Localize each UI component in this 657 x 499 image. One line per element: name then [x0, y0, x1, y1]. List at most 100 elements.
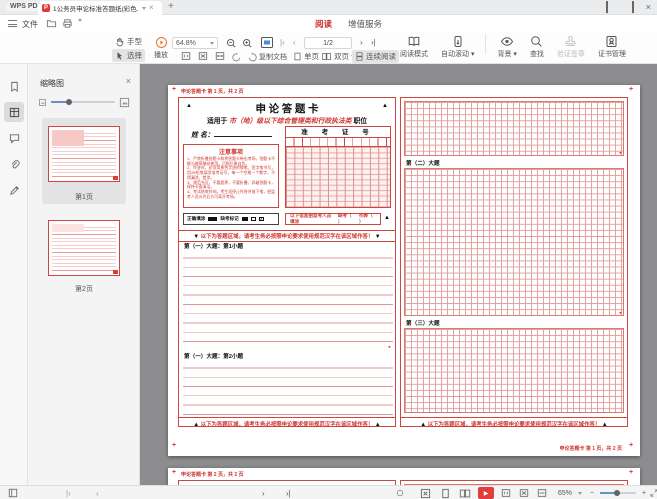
bookmarks-panel-button[interactable]	[4, 76, 24, 96]
toolbar-separator	[485, 34, 486, 54]
zoom-chevron-down-icon	[210, 42, 214, 45]
play-circle-icon	[155, 36, 168, 49]
statusbar: |‹ ‹ › ›| ▶ 65% − +	[0, 485, 657, 499]
attachments-panel-button[interactable]	[4, 154, 24, 174]
read-mode-button[interactable]: 阅读模式	[398, 34, 430, 60]
registration-mark: +	[172, 87, 176, 93]
exam-number-header: 准 考 证 号	[286, 127, 390, 138]
file-menu[interactable]: 文件	[22, 19, 38, 30]
word-count-marker: ◄	[618, 150, 622, 155]
open-folder-icon[interactable]	[46, 18, 57, 29]
actual-size-button-status[interactable]	[501, 487, 511, 499]
tab-close-icon[interactable]: ×	[149, 4, 154, 12]
maximize-button[interactable]	[632, 2, 634, 12]
close-button[interactable]: ×	[646, 2, 651, 12]
continuous-reading-button[interactable]: 连续阅读	[352, 50, 399, 63]
zoom-slider-handle[interactable]	[614, 490, 620, 496]
rotate-left-icon[interactable]	[231, 51, 242, 62]
prev-page-button[interactable]: ‹	[293, 38, 296, 47]
continuous-icon	[355, 52, 364, 61]
first-page-button-status[interactable]: |‹	[66, 487, 71, 499]
play-button-status[interactable]: ▶	[478, 487, 494, 499]
fit-width-button-status[interactable]	[537, 487, 547, 499]
toggle-panel-button[interactable]	[8, 487, 18, 499]
zoom-out-button[interactable]	[226, 38, 237, 49]
status-zoom-value[interactable]: 65%	[558, 487, 572, 499]
next-page-button-status[interactable]: ›	[262, 487, 265, 499]
eye-protect-icon	[396, 489, 404, 497]
single-page-icon	[293, 52, 302, 61]
hand-icon	[115, 37, 125, 47]
comments-panel-button[interactable]	[4, 128, 24, 148]
answer-area-notice-top: ▼ 以下为答题区域，请考生务必按照申论要求使用规范汉字在该区域作答！ ▼	[179, 230, 395, 242]
fit-page-icon-status	[519, 488, 529, 498]
double-page-button-status[interactable]	[459, 487, 471, 499]
question-3-label: 第（三）大题	[406, 319, 440, 327]
copy-document-button[interactable]: 复制文档	[259, 52, 287, 62]
find-button[interactable]: 查找	[528, 34, 546, 60]
document-tab[interactable]: P 1公务员申论标准答题纸(彩色... ×	[38, 1, 162, 15]
actual-size-icon[interactable]	[181, 51, 191, 61]
answer-grid-3	[404, 328, 624, 413]
double-page-icon	[321, 52, 332, 61]
bookmark-icon	[9, 81, 20, 92]
eye-protect-button[interactable]	[396, 487, 404, 499]
fit-window-button-status[interactable]	[420, 487, 431, 499]
tab-chevron-down-icon[interactable]	[142, 7, 146, 10]
registration-mark: +	[629, 470, 633, 476]
fit-page-button-status[interactable]	[519, 487, 529, 499]
titlebar: WPS PDF P 1公务员申论标准答题纸(彩色... × + ×	[0, 0, 657, 15]
small-thumb-icon	[38, 98, 47, 107]
search-icon	[530, 35, 543, 48]
fit-width-icon[interactable]	[215, 51, 225, 61]
thumbnails-icon	[9, 107, 20, 118]
hamburger-menu-icon[interactable]	[8, 20, 17, 27]
last-page-button[interactable]: ›|	[371, 38, 376, 47]
fit-page-icon[interactable]	[198, 51, 208, 61]
select-tool-button[interactable]: 选择	[112, 49, 145, 62]
signature-panel-button[interactable]	[4, 180, 24, 200]
exam-number-bubble-grid	[286, 147, 390, 207]
single-page-button-status[interactable]	[440, 487, 451, 499]
background-button[interactable]: 背景 ▾	[495, 34, 518, 60]
next-page-button[interactable]: ›	[360, 38, 363, 47]
verify-signature-button[interactable]: 验证签章	[555, 34, 587, 60]
page-2-thumbnail[interactable]	[48, 220, 120, 276]
zoom-in-button-status[interactable]: +	[642, 487, 646, 499]
zoom-in-button[interactable]	[242, 38, 253, 49]
slider-track[interactable]	[51, 101, 115, 103]
print-icon[interactable]	[62, 18, 73, 29]
play-slideshow-button[interactable]: 播放	[152, 35, 170, 61]
zoom-chevron-status[interactable]	[578, 487, 582, 499]
pen-icon	[9, 185, 20, 196]
fit-window-button[interactable]	[260, 36, 274, 49]
certificate-manage-button[interactable]: 证书管理	[596, 34, 628, 60]
new-tab-button[interactable]: +	[168, 2, 174, 12]
document-viewer[interactable]: + + + + 申论答题卡 第 1 页，共 2 页 申论答题卡 第 1 页，共 …	[140, 64, 657, 485]
answer-grid-2	[404, 168, 624, 316]
auto-scroll-button[interactable]: 自动滚动 ▾	[439, 34, 476, 60]
sheet-subtitle: 适用于 市（地）级以下综合管理类和行政执法类 职位	[179, 115, 395, 125]
page-number-input[interactable]	[304, 37, 352, 49]
first-page-button[interactable]: |‹	[280, 38, 285, 47]
last-page-button-status[interactable]: ›|	[286, 487, 291, 499]
slider-handle[interactable]	[66, 99, 72, 105]
registration-mark: +	[629, 87, 633, 93]
large-thumb-icon	[119, 97, 130, 108]
fullscreen-corner-icon[interactable]	[650, 487, 657, 499]
layout-mode-icon[interactable]	[606, 2, 608, 12]
paperclip-icon	[9, 159, 20, 170]
thumbnails-panel-button[interactable]	[4, 102, 24, 122]
page-1-thumbnail[interactable]	[48, 126, 120, 182]
thumbnail-size-slider[interactable]	[38, 96, 130, 108]
prev-page-button-status[interactable]: ‹	[96, 487, 99, 499]
zoom-out-button-status[interactable]: −	[590, 487, 594, 499]
panel-close-icon[interactable]: ×	[126, 76, 131, 86]
rotate-right-icon[interactable]	[247, 51, 258, 62]
zoom-level-select[interactable]: 64.8%	[172, 37, 218, 49]
hand-tool-button[interactable]: 手型	[112, 35, 145, 48]
zoom-slider-status[interactable]	[600, 487, 636, 499]
page1-right-column: ◄ 第（二）大题 ◄ 第（三）大题 ▲ 以下为答题区域，请考生务必按照申论要求使…	[400, 97, 628, 427]
invigilator-box: 以下信息由监考人员填涂 缺考（ ） 作弊（ ）	[285, 213, 381, 225]
page1-corner-footer: 申论答题卡 第 1 页，共 2 页	[559, 445, 622, 452]
